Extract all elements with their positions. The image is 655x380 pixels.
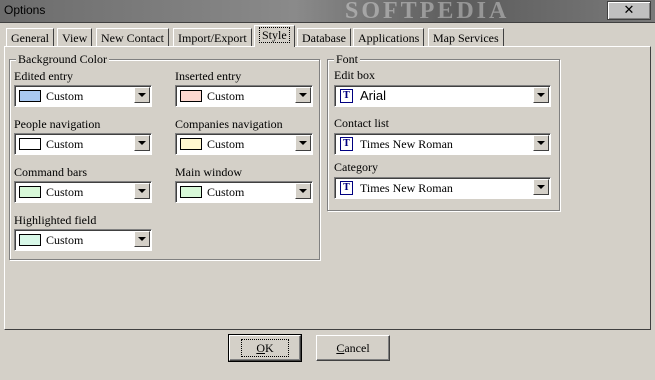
people-navigation-color-select[interactable]: Custom [14, 133, 152, 155]
companies-navigation-color-select[interactable]: Custom [175, 133, 313, 155]
highlighted-field-label: Highlighted field [14, 213, 97, 227]
inserted-entry-color-select[interactable]: Custom [175, 85, 313, 107]
contact-list-label: Contact list [334, 116, 389, 130]
background-color-group: Background Color Edited entry Custom Ins… [9, 52, 320, 260]
edit-box-label: Edit box [334, 68, 375, 82]
font-group: Font Edit box T Arial Contact list T Tim… [327, 52, 560, 211]
dropdown-arrow-icon[interactable] [533, 87, 549, 103]
tab-style[interactable]: Style [254, 25, 295, 47]
tab-database[interactable]: Database [297, 28, 351, 47]
close-button[interactable]: ✕ [607, 1, 651, 20]
dropdown-arrow-icon[interactable] [295, 135, 311, 151]
color-swatch [19, 90, 41, 102]
dropdown-arrow-icon[interactable] [134, 135, 150, 151]
dropdown-arrow-icon[interactable] [134, 87, 150, 103]
color-swatch [180, 90, 202, 102]
window-title: Options [4, 3, 46, 17]
font-icon: T [340, 89, 353, 103]
edited-entry-color-select[interactable]: Custom [14, 85, 152, 107]
category-font-select[interactable]: T Times New Roman [334, 177, 551, 199]
color-swatch [180, 138, 202, 150]
cancel-button[interactable]: Cancel [316, 335, 390, 361]
inserted-entry-label: Inserted entry [175, 69, 242, 83]
font-icon: T [340, 137, 353, 151]
dropdown-arrow-icon[interactable] [295, 183, 311, 199]
tab-view[interactable]: View [57, 28, 93, 47]
tab-import-export[interactable]: Import/Export [173, 28, 252, 47]
highlighted-field-color-select[interactable]: Custom [14, 229, 152, 251]
softpedia-watermark: SOFTPEDIA [345, 0, 510, 24]
title-bar: SOFTPEDIA Options ✕ [0, 0, 655, 24]
contact-list-font-select[interactable]: T Times New Roman [334, 133, 551, 155]
tab-new-contact[interactable]: New Contact [96, 28, 169, 47]
command-bars-color-select[interactable]: Custom [14, 181, 152, 203]
tab-panel-style: Background Color Edited entry Custom Ins… [4, 46, 651, 330]
color-swatch [180, 186, 202, 198]
color-swatch [19, 186, 41, 198]
close-icon: ✕ [623, 3, 635, 18]
tab-applications[interactable]: Applications [353, 28, 425, 47]
people-navigation-label: People navigation [14, 117, 101, 131]
edit-box-font-select[interactable]: T Arial [334, 85, 551, 107]
dropdown-arrow-icon[interactable] [134, 183, 150, 199]
main-window-color-select[interactable]: Custom [175, 181, 313, 203]
font-icon: T [340, 181, 353, 195]
font-heading: Font [334, 52, 361, 67]
tab-map-services[interactable]: Map Services [428, 28, 504, 47]
command-bars-label: Command bars [14, 165, 87, 179]
dropdown-arrow-icon[interactable] [533, 179, 549, 195]
background-color-heading: Background Color [16, 52, 109, 67]
tab-general[interactable]: General [6, 28, 54, 47]
category-label: Category [334, 160, 378, 174]
dropdown-arrow-icon[interactable] [134, 231, 150, 247]
dropdown-arrow-icon[interactable] [533, 135, 549, 151]
ok-button[interactable]: OK [228, 334, 302, 362]
main-window-label: Main window [175, 165, 242, 179]
companies-navigation-label: Companies navigation [175, 117, 283, 131]
dropdown-arrow-icon[interactable] [295, 87, 311, 103]
color-swatch [19, 138, 41, 150]
edited-entry-label: Edited entry [14, 69, 73, 83]
color-swatch [19, 234, 41, 246]
